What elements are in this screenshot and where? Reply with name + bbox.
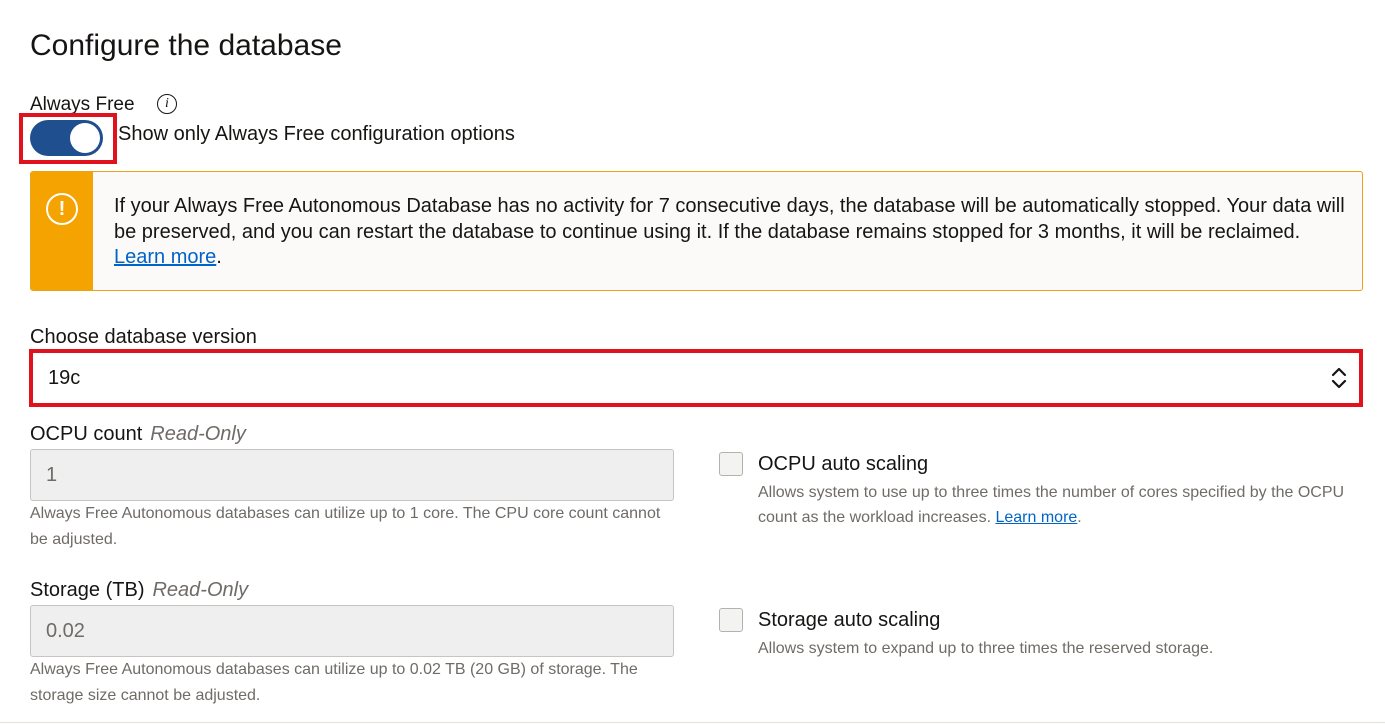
ocpu-learn-more-link[interactable]: Learn more	[995, 509, 1077, 526]
notice-text: If your Always Free Autonomous Database …	[114, 194, 1349, 271]
chevron-up-down-icon	[1331, 367, 1347, 389]
page-title: Configure the database	[30, 29, 342, 62]
always-free-label: Always Free	[30, 94, 135, 113]
always-free-toggle-label: Show only Always Free configuration opti…	[118, 123, 515, 145]
storage-readonly-tag: Read-Only	[152, 579, 249, 601]
storage-auto-scaling-checkbox[interactable]	[719, 608, 743, 632]
toggle-knob	[70, 123, 100, 153]
storage-help: Always Free Autonomous databases can uti…	[30, 661, 638, 704]
ocpu-readonly-tag: Read-Only	[150, 423, 246, 445]
db-version-select[interactable]: 19c	[33, 353, 1359, 403]
section-divider	[0, 722, 1385, 723]
storage-auto-scaling-label: Storage auto scaling	[758, 609, 941, 631]
storage-input[interactable]: 0.02	[30, 605, 674, 657]
ocpu-help-trail: .	[1077, 509, 1082, 526]
ocpu-auto-scaling-checkbox[interactable]	[719, 452, 743, 476]
ocpu-auto-scaling-help: Allows system to use up to three times t…	[758, 480, 1373, 530]
notice-message: If your Always Free Autonomous Database …	[114, 195, 1345, 243]
ocpu-auto-scaling-label: OCPU auto scaling	[758, 453, 929, 475]
storage-auto-scaling-help: Allows system to expand up to three time…	[758, 640, 1214, 657]
warning-icon: !	[46, 193, 78, 225]
info-icon[interactable]: i	[157, 94, 177, 114]
always-free-toggle[interactable]	[30, 120, 103, 156]
ocpu-count-help: Always Free Autonomous databases can uti…	[30, 505, 661, 548]
db-version-value: 19c	[48, 367, 81, 389]
ocpu-count-label-text: OCPU count	[30, 423, 143, 445]
storage-label: Storage (TB) Read-Only	[30, 578, 248, 602]
notice-accent-bar: !	[31, 172, 93, 290]
ocpu-count-input[interactable]: 1	[30, 449, 674, 501]
always-free-notice: ! If your Always Free Autonomous Databas…	[30, 171, 1363, 291]
ocpu-count-label: OCPU count Read-Only	[30, 422, 246, 446]
storage-label-text: Storage (TB)	[30, 579, 145, 601]
db-version-label: Choose database version	[30, 326, 257, 348]
notice-learn-more-link[interactable]: Learn more	[114, 246, 216, 268]
notice-trail: .	[216, 246, 222, 268]
